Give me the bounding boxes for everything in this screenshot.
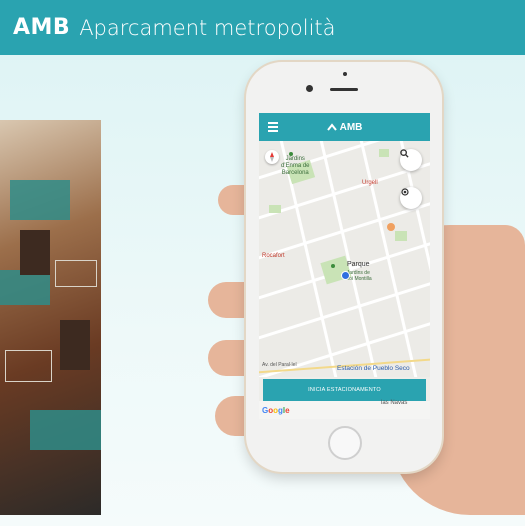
google-logo: Google [262,406,290,415]
map-label-parque: Parque [347,261,370,268]
map-label-estacion: Estación de Pueblo Seco [337,365,410,372]
app-bar: AMB [259,113,430,141]
search-icon [400,149,409,158]
map-view[interactable]: Jardins d'Enma de Barcelona Urgell Rocaf… [259,141,430,377]
app-title: AMB [339,121,363,133]
phone-speaker [330,88,358,91]
phone-sensor [343,72,347,76]
map-label-av-parallel: Av. del Paral·lel [262,362,297,368]
app-logo: AMB [326,121,363,133]
building-photo [0,120,101,515]
hamburger-menu-icon[interactable] [268,122,278,132]
current-location-marker [341,271,350,280]
phone-screen: AMB Jardins d'Enma de Barcelona Urgell R… [259,113,430,419]
brand-logo-text: AMB [13,15,71,40]
my-location-button[interactable] [400,187,422,209]
page-title: Aparcament metropolità [79,15,336,40]
header-banner: AMB Aparcament metropolità [0,0,525,55]
map-label-urgell: Urgell [362,180,378,186]
crosshair-icon [401,188,409,196]
amb-chevron-icon [326,123,337,131]
map-label-rocafort: Rocafort [262,253,285,259]
map-label-jardins: Jardins d'Enma de Barcelona [281,156,310,176]
phone-camera [306,85,313,92]
start-parking-button[interactable]: INICIA ESTACIONAMENTO [263,379,426,401]
map-label-las-navas: las Navas [381,400,408,406]
home-button[interactable] [328,426,362,460]
compass-icon[interactable] [265,150,279,164]
search-button[interactable] [400,149,422,171]
